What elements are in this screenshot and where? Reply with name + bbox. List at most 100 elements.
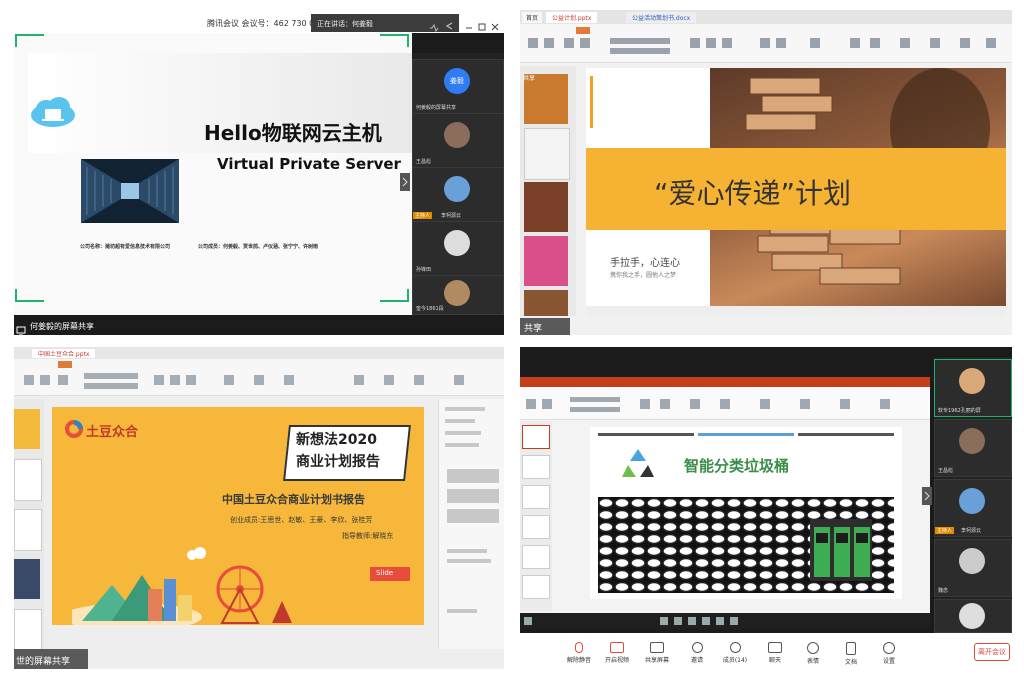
thumb-label: 共享 (523, 75, 536, 82)
slide-thumb[interactable] (522, 425, 550, 449)
tab-ppt[interactable]: 公益计划.pptx (546, 12, 598, 23)
slide-thumb[interactable] (524, 290, 568, 316)
start-video-button[interactable]: 开启视频 (600, 642, 634, 664)
share-caption: 共享 (524, 324, 543, 334)
slide-thumb[interactable] (522, 545, 550, 569)
participant-tile[interactable] (934, 599, 1012, 633)
slide-thumb[interactable] (524, 182, 568, 232)
ppt-ribbon (520, 387, 930, 420)
leave-meeting-button[interactable]: 离开会议 (974, 643, 1010, 661)
participant-tile[interactable]: 王昌彪 (934, 419, 1012, 477)
notes-bar (586, 306, 1006, 316)
company-members: 公司成员：何姜毅、贾世鸽、卢仪涵、张宁宁、许树雨 (198, 244, 319, 250)
tab-ppt[interactable]: 中国土豆众合.pptx (32, 349, 96, 358)
slide-thumb[interactable] (522, 455, 550, 479)
participant-name: 何姜毅的屏幕共享 (416, 105, 457, 111)
main-slide: “爱心传递”计划 手拉手，心连心 携你我之手，圆他人之梦 (586, 68, 1006, 306)
ppt-ribbon-icons (526, 397, 890, 412)
server-room-image (81, 159, 179, 223)
document-button[interactable]: 文档 (834, 642, 868, 666)
slide-title: Hello物联网云主机 (204, 121, 382, 145)
settings-button[interactable]: 设置 (872, 642, 906, 665)
participant-tile[interactable]: 软专1962孔丽的屏 (934, 359, 1012, 417)
share-caption-bar: 世的屏幕共享 (14, 649, 88, 669)
top-rule (698, 433, 794, 436)
slide-title: 中国土豆众合商业计划书报告 (222, 493, 365, 506)
slide-thumb[interactable] (522, 575, 550, 599)
slide-thumb[interactable] (14, 509, 42, 551)
ribbon-toolbar (520, 24, 1012, 63)
invite-icon (691, 642, 703, 653)
minimize-icon[interactable] (464, 17, 474, 29)
main-slide: 智能分类垃圾桶 (590, 427, 902, 599)
windows-taskbar (520, 613, 930, 629)
slide-creators: 创业成员:王思世、赵敏、王豪、李欣、张桂芳 (230, 516, 373, 524)
participant-tile[interactable]: 奎今1861段 (412, 275, 504, 315)
screen-share-icon (16, 321, 26, 335)
emoji-icon (807, 642, 819, 654)
badge-line-2: 商业计划报告 (296, 454, 380, 470)
avatar (959, 603, 985, 629)
city-illustration (62, 545, 312, 631)
slide-thumb[interactable] (522, 515, 550, 539)
participant-name: 李柯源云 (441, 213, 462, 219)
collapse-panel-handle[interactable] (400, 173, 410, 191)
tab-doc[interactable]: 公益活动策划书.docx (626, 12, 697, 23)
taskbar-icons (524, 617, 738, 625)
tab-home[interactable]: 首页 (522, 12, 543, 23)
top-rule (798, 433, 894, 436)
emoji-button[interactable]: 表情 (796, 642, 830, 665)
speaking-indicator: 正在讲话：何姜毅 (311, 14, 459, 33)
badge-line-1: 新想法2020 (296, 432, 377, 448)
presentation-window-love: 首页 公益计划.pptx 公益活动策划书.docx “爱心传递”计划 手拉手，心… (520, 10, 1012, 335)
unmute-label: 解除静音 (566, 657, 591, 664)
start-video-label: 开启视频 (604, 657, 629, 664)
shared-slide: Hello物联网云主机 Virtual Private Server 公司名称：… (14, 33, 412, 315)
participant-tile[interactable]: 王昌彪 (412, 113, 504, 168)
share-caption: 世的屏幕共享 (16, 657, 71, 667)
invite-button[interactable]: 邀请 (680, 642, 714, 664)
collapse-panel-handle[interactable] (922, 487, 932, 505)
speaking-label: 正在讲话：何姜毅 (317, 20, 373, 28)
slide-thumb[interactable] (14, 459, 42, 501)
members-button[interactable]: 成员(14) (718, 642, 752, 664)
participant-panel: 软专1962孔丽的屏 王昌彪 主持人 李柯源云 魏念 (934, 357, 1012, 633)
avatar (444, 230, 470, 256)
share-caption-bar: 共享 (520, 318, 570, 335)
chat-icon (768, 642, 782, 653)
slide-thumb[interactable] (14, 559, 40, 599)
hex-grid-image (598, 497, 894, 593)
participant-tile[interactable]: 姜毅 何姜毅的屏幕共享 (412, 59, 504, 114)
meeting-title: 腾讯会议 会议号：462 730 097 (207, 19, 325, 28)
settings-label: 设置 (882, 658, 895, 665)
recycle-logo-icon (622, 447, 654, 479)
share-caption: 何姜毅的屏幕共享 (30, 322, 94, 331)
close-icon[interactable] (490, 17, 500, 31)
slide-thumb[interactable] (14, 409, 40, 449)
slide-thumb[interactable] (522, 485, 550, 509)
unmute-button[interactable]: 解除静音 (562, 642, 596, 664)
chat-button[interactable]: 聊天 (758, 642, 792, 664)
participant-name: 王昌彪 (938, 468, 954, 474)
maximize-icon[interactable] (477, 17, 487, 31)
participant-panel: 姜毅 何姜毅的屏幕共享 王昌彪 主持人 李柯源云 孙锋田 奎今1861段 (412, 53, 504, 315)
slide-thumb[interactable] (524, 128, 570, 180)
tab-bar: 中国土豆众合.pptx (14, 347, 504, 359)
share-screen-button[interactable]: 共享屏幕 (640, 642, 674, 664)
participant-tile[interactable]: 孙锋田 (412, 221, 504, 276)
participant-tile[interactable]: 主持人 李柯源云 (412, 167, 504, 222)
slide-thumb[interactable] (14, 609, 42, 651)
slide-teacher: 指导教师:解晓东 (342, 532, 394, 540)
participant-tile[interactable]: 主持人 李柯源云 (934, 479, 1012, 537)
slide-thumb[interactable] (524, 236, 568, 286)
participant-name: 魏念 (938, 588, 949, 594)
avatar (959, 428, 985, 454)
participant-name: 王昌彪 (416, 159, 432, 165)
logo-text: 土豆众合 (86, 425, 139, 440)
back-icon[interactable] (444, 17, 456, 30)
slide-sign-text: Slide (376, 569, 394, 577)
host-badge: 主持人 (935, 527, 955, 534)
company-name: 公司名称：潍坊超有爱信息技术有限公司 (80, 244, 171, 250)
participant-tile[interactable]: 魏念 (934, 539, 1012, 597)
audio-wave-icon (429, 18, 439, 33)
